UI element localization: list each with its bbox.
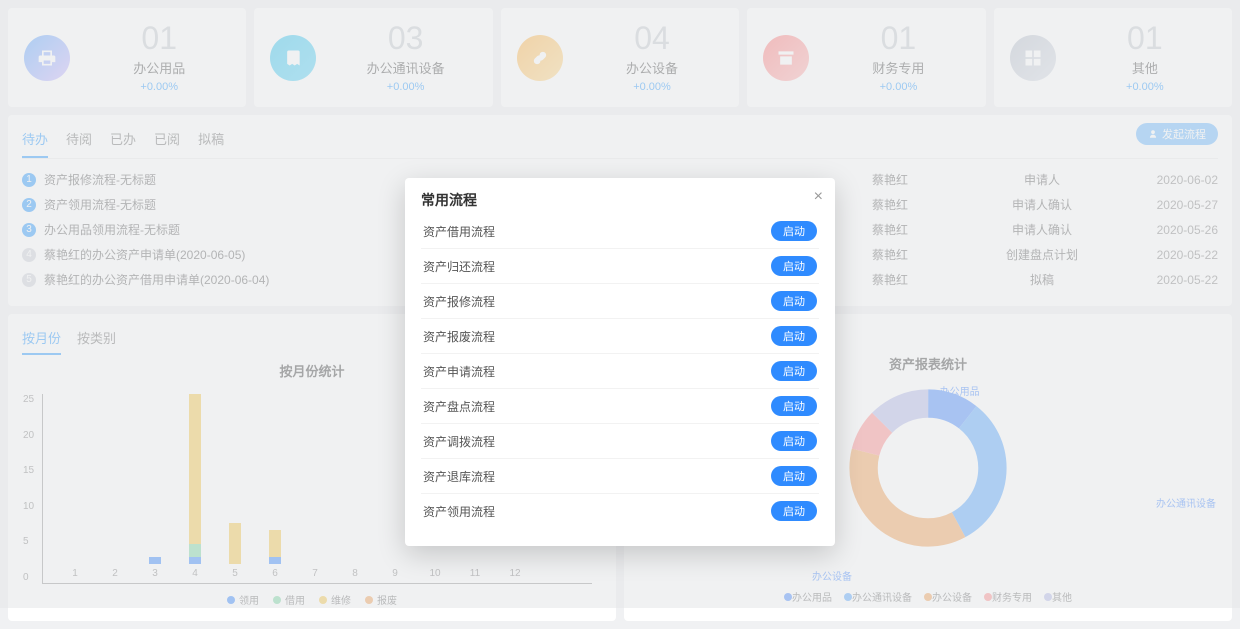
start-button[interactable]: 启动 bbox=[771, 396, 817, 416]
modal-title: 常用流程 bbox=[421, 190, 819, 210]
flow-name: 资产借用流程 bbox=[423, 223, 495, 240]
flow-list: 资产借用流程 启动 资产归还流程 启动 资产报修流程 启动 资产报废流程 启动 … bbox=[421, 214, 819, 528]
flow-name: 资产申请流程 bbox=[423, 363, 495, 380]
flow-row: 资产领用流程 启动 bbox=[421, 494, 819, 528]
start-button[interactable]: 启动 bbox=[771, 361, 817, 381]
flow-row: 资产报修流程 启动 bbox=[421, 284, 819, 319]
flow-row: 资产报废流程 启动 bbox=[421, 319, 819, 354]
flow-row: 资产调拨流程 启动 bbox=[421, 424, 819, 459]
flow-row: 资产借用流程 启动 bbox=[421, 214, 819, 249]
flow-name: 资产归还流程 bbox=[423, 258, 495, 275]
close-icon[interactable]: × bbox=[814, 188, 823, 206]
start-button[interactable]: 启动 bbox=[771, 431, 817, 451]
flow-row: 资产盘点流程 启动 bbox=[421, 389, 819, 424]
flow-name: 资产退库流程 bbox=[423, 468, 495, 485]
flow-name: 资产调拨流程 bbox=[423, 433, 495, 450]
start-button[interactable]: 启动 bbox=[771, 326, 817, 346]
flow-name: 资产报废流程 bbox=[423, 328, 495, 345]
start-button[interactable]: 启动 bbox=[771, 501, 817, 521]
start-button[interactable]: 启动 bbox=[771, 221, 817, 241]
flow-row: 资产退库流程 启动 bbox=[421, 459, 819, 494]
start-button[interactable]: 启动 bbox=[771, 291, 817, 311]
flow-name: 资产领用流程 bbox=[423, 503, 495, 520]
common-flow-modal: 常用流程 × 资产借用流程 启动 资产归还流程 启动 资产报修流程 启动 资产报… bbox=[405, 178, 835, 546]
start-button[interactable]: 启动 bbox=[771, 466, 817, 486]
start-button[interactable]: 启动 bbox=[771, 256, 817, 276]
flow-name: 资产报修流程 bbox=[423, 293, 495, 310]
flow-row: 资产归还流程 启动 bbox=[421, 249, 819, 284]
flow-name: 资产盘点流程 bbox=[423, 398, 495, 415]
flow-row: 资产申请流程 启动 bbox=[421, 354, 819, 389]
